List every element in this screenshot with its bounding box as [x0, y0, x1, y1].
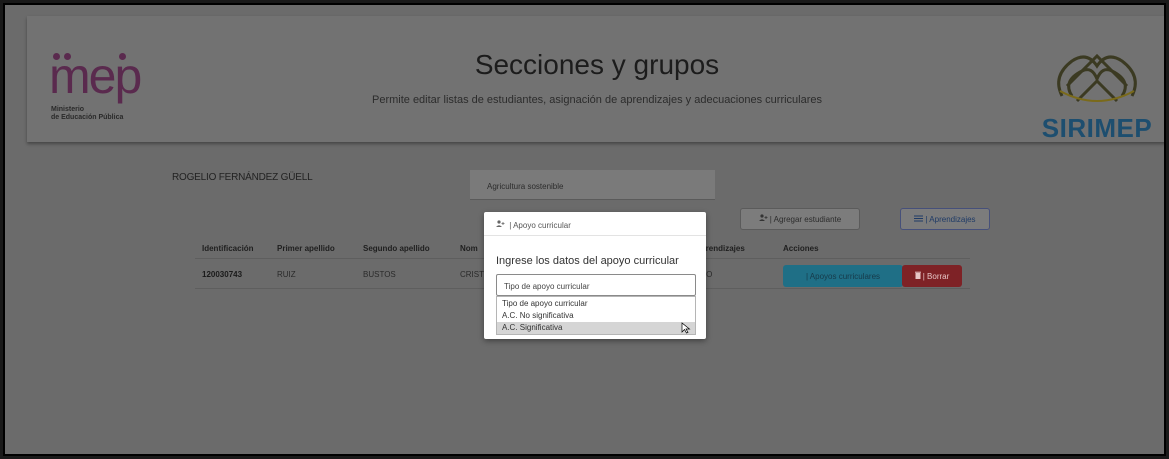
mep-logo-line1: Ministerio [51, 106, 85, 113]
support-type-select[interactable]: Tipo de apoyo curricular [496, 274, 696, 296]
mouse-cursor-icon [681, 322, 691, 334]
sirimep-logo: SIRIMEP [1032, 41, 1162, 143]
page-header: mep Ministerio de Educación Pública Secc… [27, 16, 1164, 143]
column-header-first-surname: Primer apellido [277, 244, 335, 253]
trash-icon [914, 271, 921, 281]
add-student-label: | Agregar estudiante [769, 214, 842, 224]
add-student-button[interactable]: | Agregar estudiante [740, 208, 860, 230]
cell-first-surname: RUIZ [277, 270, 296, 279]
learnings-button[interactable]: | Aprendizajes [900, 208, 990, 230]
dropdown-option-highlighted[interactable]: A.C. Significativa [497, 322, 695, 334]
modal-header: | Apoyo curricular [484, 212, 706, 236]
modal-title-label: | Apoyo curricular [509, 221, 571, 230]
page-title: Secciones y grupos [474, 49, 720, 80]
curricular-support-label: | Apoyos curriculares [805, 271, 881, 281]
cell-identification: 120030743 [202, 270, 243, 279]
support-type-select-value: Tipo de apoyo curricular [504, 282, 590, 291]
curricular-support-modal: | Apoyo curricular Ingrese los datos del… [484, 212, 706, 339]
delete-label: | Borrar [922, 271, 950, 281]
column-header-second-surname: Segundo apellido [363, 244, 430, 253]
sirimep-emblem-icon [1057, 53, 1137, 103]
person-add-icon [758, 214, 768, 224]
person-add-icon [496, 220, 505, 230]
mep-logo-subtitle: Ministerio de Educación Pública [51, 106, 123, 122]
user-name: ROGELIO FERNÁNDEZ GÜELL [172, 172, 313, 183]
list-icon [914, 215, 924, 224]
page-subtitle: Permite editar listas de estudiantes, as… [371, 94, 823, 106]
support-type-dropdown: Tipo de apoyo curricular A.C. No signifi… [496, 296, 696, 335]
column-header-actions: Acciones [783, 244, 819, 253]
dropdown-option[interactable]: Tipo de apoyo curricular [497, 298, 695, 310]
mep-logo-line2: de Educación Pública [51, 114, 124, 121]
column-header-identification: Identificación [202, 244, 254, 253]
learnings-label: | Aprendizajes [925, 214, 976, 224]
cell-second-surname: BUSTOS [363, 270, 396, 279]
delete-button[interactable]: | Borrar [902, 265, 962, 287]
modal-title: | Apoyo curricular [496, 220, 571, 230]
course-value: Agricultura sostenible [487, 182, 564, 191]
modal-prompt: Ingrese los datos del apoyo curricular [496, 255, 679, 267]
cell-name: CRIST [460, 270, 484, 279]
dropdown-option[interactable]: A.C. No significativa [497, 310, 695, 322]
app-window: mep Ministerio de Educación Pública Secc… [3, 3, 1166, 456]
column-header-name: Nom [460, 244, 478, 253]
sirimep-logo-text: SIRIMEP [1041, 113, 1153, 143]
curricular-support-button[interactable]: | Apoyos curriculares [783, 265, 903, 287]
course-field[interactable]: Agricultura sostenible [470, 170, 715, 200]
